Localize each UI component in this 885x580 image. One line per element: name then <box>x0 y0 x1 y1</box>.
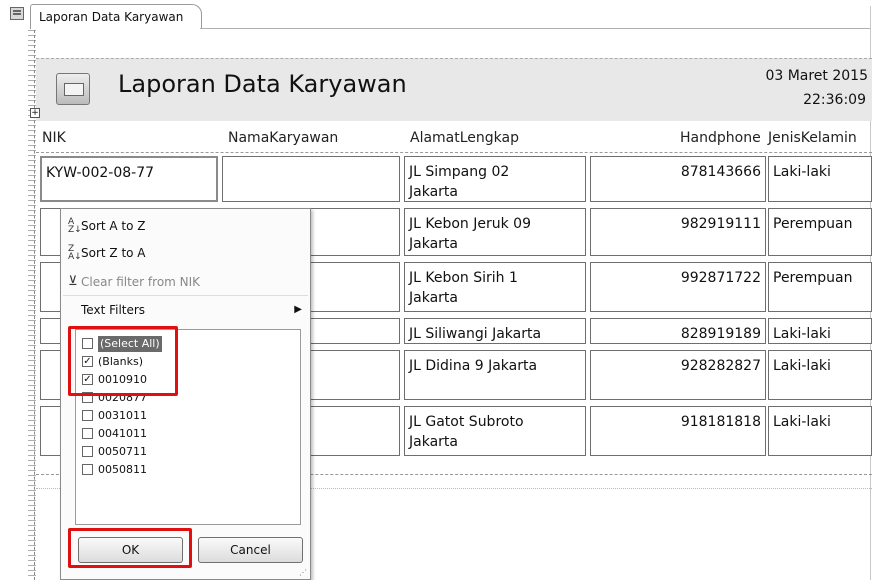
cell-nik[interactable]: KYW-002-08-77 <box>40 156 218 202</box>
address-line-1: JL Gatot Subroto <box>409 414 524 430</box>
unchecked-checkbox-icon[interactable] <box>82 464 93 475</box>
cell-alamat[interactable]: JL Gatot Subroto Jakarta <box>404 406 586 456</box>
report-logo-icon <box>56 73 90 105</box>
resize-grip-icon[interactable]: ⋰ <box>299 569 309 577</box>
address-line-1: JL Kebon Jeruk 09 <box>409 216 531 232</box>
report-time: 22:36:09 <box>803 92 866 108</box>
filter-value-option[interactable]: 0041011 <box>82 426 282 442</box>
cell-alamat[interactable]: JL Siliwangi Jakarta <box>404 318 586 344</box>
address-line-2: Jakarta <box>409 236 458 252</box>
cell-hp[interactable]: 992871722 <box>590 262 766 312</box>
report-tab-icon <box>10 7 24 20</box>
column-header-nik: NIK <box>42 130 66 146</box>
column-header-namakaryawan: NamaKaryawan <box>228 130 339 146</box>
highlight-checked-values <box>68 326 178 396</box>
cell-alamat[interactable]: JL Simpang 02 Jakarta <box>404 156 586 202</box>
address-line-1: JL Siliwangi Jakarta <box>409 326 542 342</box>
address-line-2: Jakarta <box>409 184 458 200</box>
address-line-2: Jakarta <box>409 434 458 450</box>
cell-hp[interactable]: 828919189 <box>590 318 766 344</box>
column-header-handphone: Handphone <box>680 130 761 146</box>
menu-separator <box>63 295 308 296</box>
filter-value-label: 0050711 <box>98 445 147 458</box>
column-header-alamatlengkap: AlamatLengkap <box>410 130 520 146</box>
filter-value-label: 0050811 <box>98 463 147 476</box>
filter-value-option[interactable]: 0050811 <box>82 462 282 478</box>
cell-jk[interactable]: Laki-laki <box>768 350 872 400</box>
unchecked-checkbox-icon[interactable] <box>82 446 93 457</box>
menu-item-clear-filter[interactable]: ⊻ Clear filter from NIK <box>61 271 310 293</box>
cell-jk[interactable]: Perempuan <box>768 262 872 312</box>
unchecked-checkbox-icon[interactable] <box>82 410 93 421</box>
cell-nama[interactable] <box>222 156 400 202</box>
unchecked-checkbox-icon[interactable] <box>82 428 93 439</box>
cell-jk[interactable]: Laki-laki <box>768 318 872 344</box>
layout-move-handle-icon[interactable]: + <box>30 108 40 118</box>
cell-hp[interactable]: 928282827 <box>590 350 766 400</box>
menu-item-label: Sort Z to A <box>81 246 146 260</box>
cell-alamat[interactable]: JL Kebon Jeruk 09 Jakarta <box>404 208 586 256</box>
report-date: 03 Maret 2015 <box>765 68 868 84</box>
filter-value-option[interactable]: 0050711 <box>82 444 282 460</box>
menu-item-sort-z-to-a[interactable]: Z A↓ Sort Z to A <box>61 242 310 264</box>
cell-jk[interactable]: Laki-laki <box>768 406 872 456</box>
menu-item-label: Text Filters <box>81 303 146 317</box>
address-line-2: Jakarta <box>409 290 458 306</box>
tab-underline <box>200 28 870 29</box>
cell-hp[interactable]: 982919111 <box>590 208 766 256</box>
cancel-button[interactable]: Cancel <box>198 537 303 563</box>
menu-item-label: Clear filter from NIK <box>81 275 201 289</box>
header-divider <box>36 152 872 153</box>
address-line-1: JL Kebon Sirih 1 <box>409 270 518 286</box>
column-header-jeniskelamin: JenisKelamin <box>768 130 857 146</box>
cell-alamat[interactable]: JL Didina 9 Jakarta <box>404 350 586 400</box>
cell-hp[interactable]: 878143666 <box>590 156 766 202</box>
address-line-1: JL Didina 9 Jakarta <box>409 358 538 374</box>
clear-filter-icon: ⊻ <box>68 274 78 289</box>
filter-value-label: 0031011 <box>98 409 147 422</box>
sort-descending-icon: Z A↓ <box>68 244 82 262</box>
filter-value-label: 0041011 <box>98 427 147 440</box>
filter-value-option[interactable]: 0031011 <box>82 408 282 424</box>
sort-ascending-icon: A Z↓ <box>68 217 82 235</box>
address-line-1: JL Simpang 02 <box>409 164 510 180</box>
cell-jk[interactable]: Perempuan <box>768 208 872 256</box>
cell-alamat[interactable]: JL Kebon Sirih 1 Jakarta <box>404 262 586 312</box>
tab-laporan-data-karyawan[interactable]: Laporan Data Karyawan <box>30 4 203 29</box>
cell-hp[interactable]: 918181818 <box>590 406 766 456</box>
highlight-ok-button <box>68 528 192 568</box>
menu-item-text-filters[interactable]: Text Filters ▶ <box>61 299 310 321</box>
submenu-arrow-icon: ▶ <box>294 304 302 315</box>
menu-item-label: Sort A to Z <box>81 219 146 233</box>
menu-item-sort-a-to-z[interactable]: A Z↓ Sort A to Z <box>61 215 310 237</box>
report-title: Laporan Data Karyawan <box>118 70 407 98</box>
cell-jk[interactable]: Laki-laki <box>768 156 872 202</box>
